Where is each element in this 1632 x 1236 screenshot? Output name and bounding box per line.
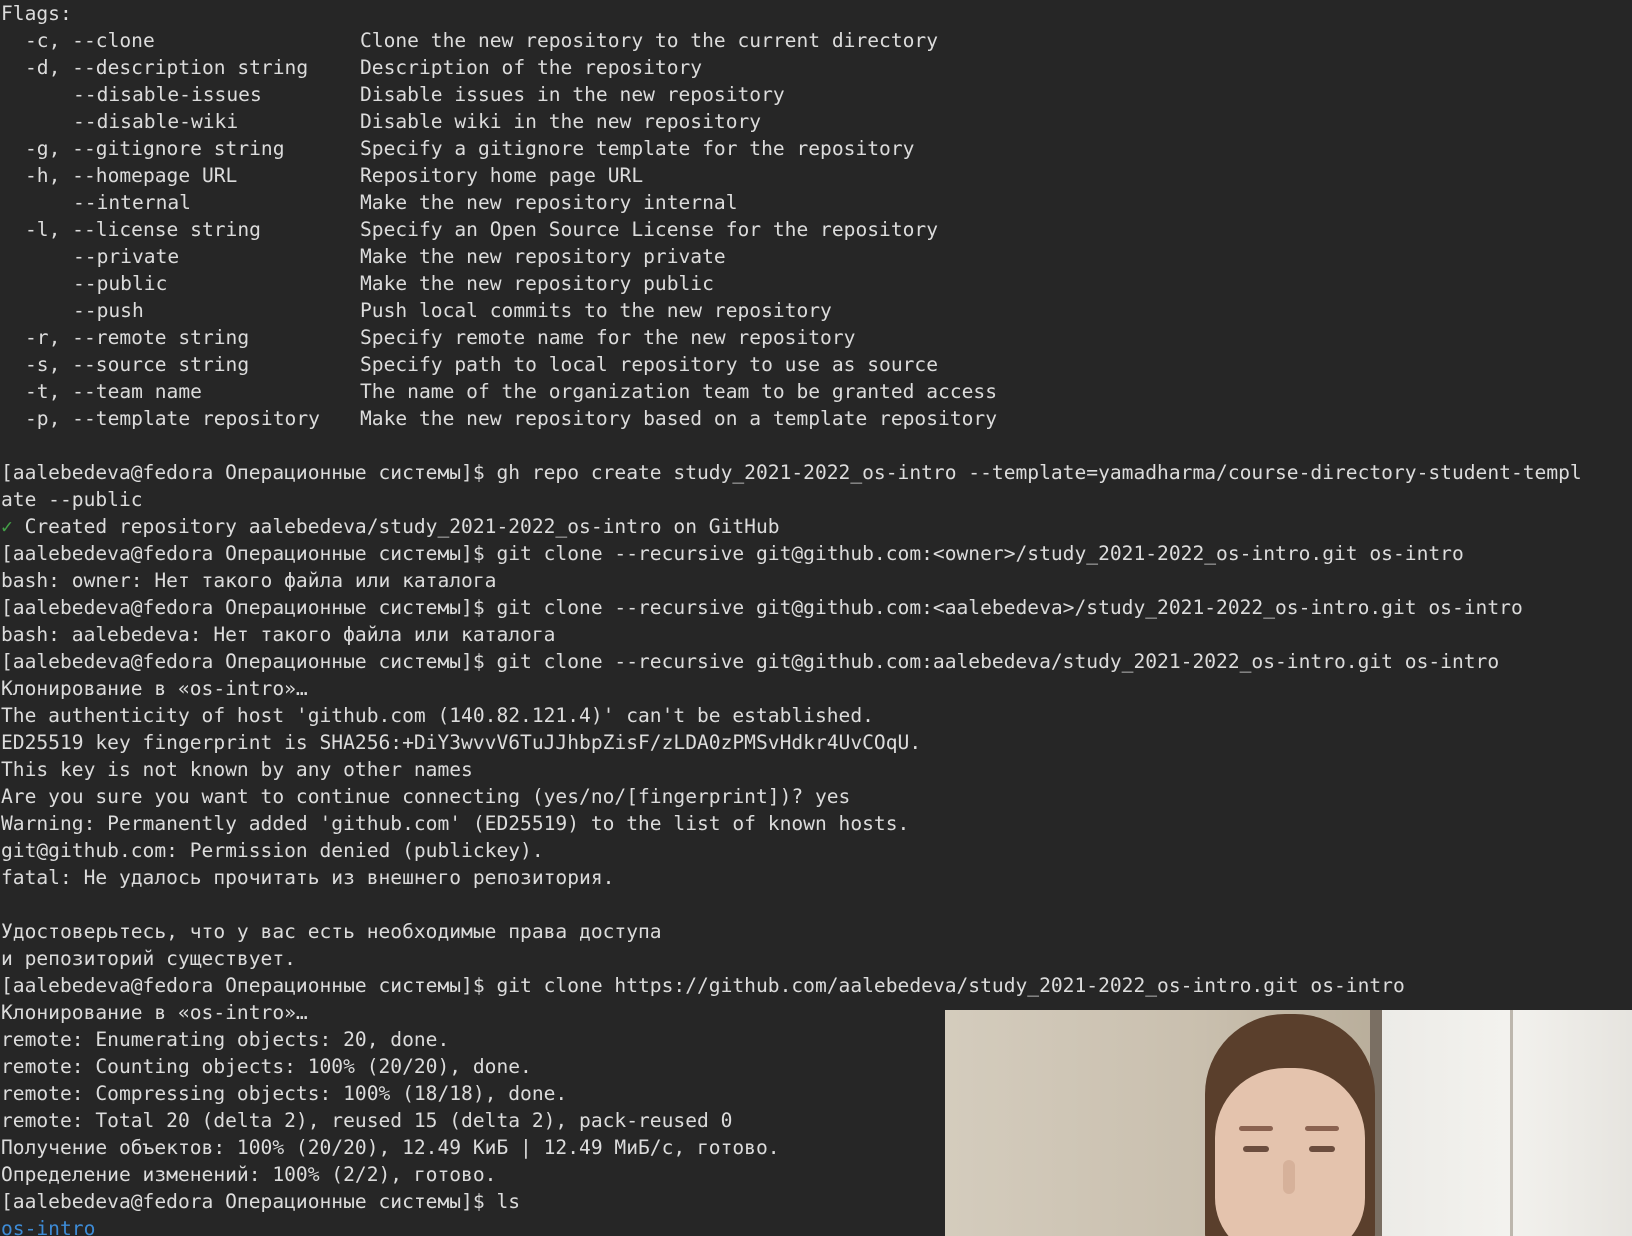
flag-row: --internal Make the new repository intern… bbox=[1, 189, 1632, 216]
flag-name: -c, --clone bbox=[25, 29, 155, 52]
output-line: Удостоверьтесь, что у вас есть необходим… bbox=[1, 920, 662, 943]
flag-name: --private bbox=[73, 245, 180, 268]
webcam-person-right-eye bbox=[1309, 1146, 1335, 1152]
output-line: fatal: Не удалось прочитать из внешнего … bbox=[1, 866, 615, 889]
flag-description: Specify an Open Source License for the r… bbox=[360, 218, 939, 241]
flag-description: Make the new repository private bbox=[360, 245, 726, 268]
webcam-person-right-brow bbox=[1305, 1126, 1339, 1131]
flag-description: Disable wiki in the new repository bbox=[360, 110, 762, 133]
flag-name: --disable-wiki bbox=[73, 110, 239, 133]
flag-name: -l, --license string bbox=[25, 218, 261, 241]
wrapped-command-line: ate --public bbox=[1, 488, 143, 511]
prompt-line: [aalebedeva@fedora Операционные системы]… bbox=[1, 542, 1464, 565]
flag-description: Description of the repository bbox=[360, 56, 703, 79]
output-line: This key is not known by any other names bbox=[1, 758, 473, 781]
flag-description: Make the new repository internal bbox=[360, 191, 738, 214]
output-line: ✓ Created repository aalebedeva/study_20… bbox=[1, 513, 1632, 540]
flag-row: --private Make the new repository private bbox=[1, 243, 1632, 270]
prompt-line: [aalebedeva@fedora Операционные системы]… bbox=[1, 974, 1405, 997]
flag-description: Disable issues in the new repository bbox=[360, 83, 785, 106]
flag-description: Repository home page URL bbox=[360, 164, 644, 187]
prompt-line: [aalebedeva@fedora Операционные системы]… bbox=[1, 461, 1582, 484]
flag-row: -p, --template repository Make the new re… bbox=[1, 405, 1632, 432]
flag-description: Make the new repository public bbox=[360, 272, 714, 295]
output-line: bash: owner: Нет такого файла или катало… bbox=[1, 569, 497, 592]
flag-row: -h, --homepage URL Repository home page U… bbox=[1, 162, 1632, 189]
flag-row: -d, --description string Description of t… bbox=[1, 54, 1632, 81]
flag-description: Clone the new repository to the current … bbox=[360, 29, 939, 52]
flags-header: Flags: bbox=[1, 2, 72, 25]
output-line: Warning: Permanently added 'github.com' … bbox=[1, 812, 910, 835]
flag-row: --disable-wiki Disable wiki in the new re… bbox=[1, 108, 1632, 135]
output-line: The authenticity of host 'github.com (14… bbox=[1, 704, 874, 727]
check-icon: ✓ bbox=[1, 515, 13, 538]
webcam-person-nose bbox=[1283, 1160, 1295, 1194]
flag-description: Specify a gitignore template for the rep… bbox=[360, 137, 915, 160]
flag-name: --disable-issues bbox=[73, 83, 262, 106]
flag-name: --internal bbox=[73, 191, 191, 214]
webcam-person-left-brow bbox=[1239, 1126, 1273, 1131]
flags-list: -c, --clone Clone the new repository to t… bbox=[1, 27, 1632, 432]
flag-row: -g, --gitignore string Specify a gitignor… bbox=[1, 135, 1632, 162]
flag-row: --disable-issues Disable issues in the ne… bbox=[1, 81, 1632, 108]
output-line: git@github.com: Permission denied (publi… bbox=[1, 839, 544, 862]
flag-row: -s, --source string Specify path to local… bbox=[1, 351, 1632, 378]
prompt-line: [aalebedeva@fedora Операционные системы]… bbox=[1, 596, 1523, 619]
flag-name: -r, --remote string bbox=[25, 326, 250, 349]
webcam-door-panel-line bbox=[1510, 1010, 1513, 1236]
flag-description: The name of the organization team to be … bbox=[360, 380, 998, 403]
flag-row: -l, --license string Specify an Open Sour… bbox=[1, 216, 1632, 243]
output-line: Are you sure you want to continue connec… bbox=[1, 785, 851, 808]
prompt-line: [aalebedeva@fedora Операционные системы]… bbox=[1, 650, 1500, 673]
webcam-person-face bbox=[1215, 1068, 1365, 1236]
webcam-overlay bbox=[945, 1010, 1632, 1236]
flag-row: -t, --team name The name of the organizat… bbox=[1, 378, 1632, 405]
flag-name: -h, --homepage URL bbox=[25, 164, 238, 187]
flag-name: -g, --gitignore string bbox=[25, 137, 285, 160]
flag-name: -t, --team name bbox=[25, 380, 202, 403]
output-line: ED25519 key fingerprint is SHA256:+DiY3w… bbox=[1, 731, 922, 754]
flag-row: -c, --clone Clone the new repository to t… bbox=[1, 27, 1632, 54]
output-line: bash: aalebedeva: Нет такого файла или к… bbox=[1, 623, 556, 646]
output-line: и репозиторий существует. bbox=[1, 947, 296, 970]
output-line: Клонирование в «os-intro»… bbox=[1, 677, 308, 700]
flag-name: -p, --template repository bbox=[25, 407, 320, 430]
flags-help-section: Flags: -c, --clone Clone the new reposito… bbox=[0, 0, 1632, 432]
flag-description: Specify path to local repository to use … bbox=[360, 353, 939, 376]
webcam-door bbox=[1382, 1010, 1632, 1236]
flag-name: --public bbox=[73, 272, 168, 295]
flag-description: Push local commits to the new repository bbox=[360, 299, 832, 322]
flag-name: -d, --description string bbox=[25, 56, 309, 79]
flag-name: -s, --source string bbox=[25, 353, 250, 376]
webcam-person-left-eye bbox=[1243, 1146, 1269, 1152]
flag-row: --public Make the new repository public bbox=[1, 270, 1632, 297]
flag-description: Specify remote name for the new reposito… bbox=[360, 326, 856, 349]
flag-description: Make the new repository based on a templ… bbox=[360, 407, 998, 430]
flag-name: --push bbox=[73, 299, 144, 322]
flag-row: --push Push local commits to the new repo… bbox=[1, 297, 1632, 324]
output-text: Created repository aalebedeva/study_2021… bbox=[12, 515, 780, 538]
flag-row: -r, --remote string Specify remote name f… bbox=[1, 324, 1632, 351]
